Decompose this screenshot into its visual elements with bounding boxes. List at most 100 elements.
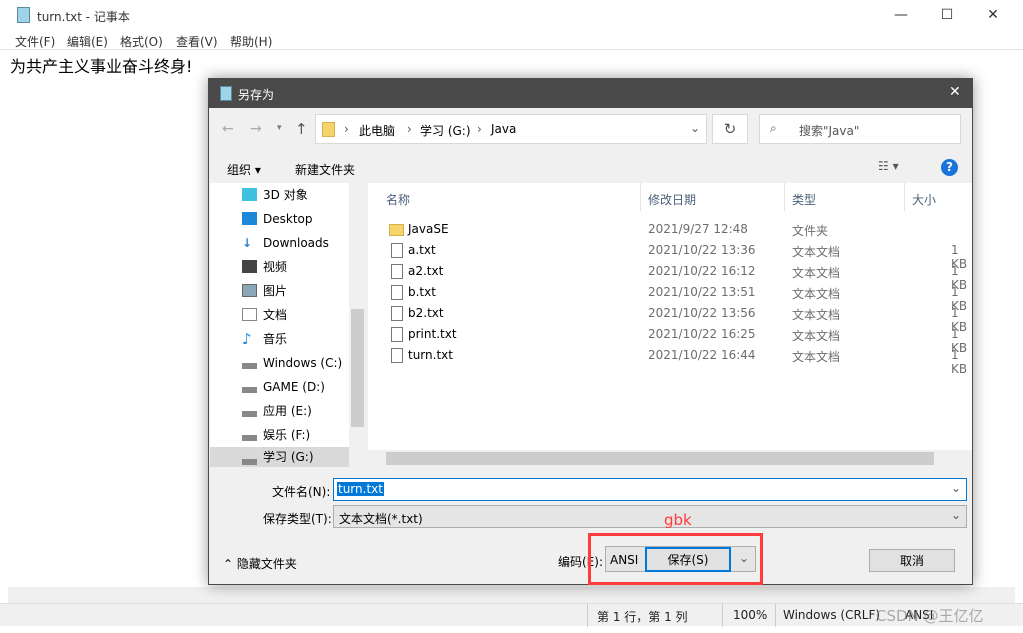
text-file-icon — [391, 327, 403, 342]
text-file-icon — [391, 285, 403, 300]
filename-label: 文件名(N): — [272, 485, 331, 499]
file-name: turn.txt — [408, 348, 453, 362]
file-type: 文件夹 — [792, 224, 829, 238]
nav-drive-c[interactable]: Windows (C:) — [210, 351, 350, 375]
file-type: 文本文档 — [792, 308, 841, 322]
horizontal-scrollbar[interactable] — [8, 587, 1015, 603]
column-name[interactable]: 名称 — [386, 191, 410, 208]
folder-icon — [389, 224, 404, 236]
recent-dropdown[interactable]: ▾ — [277, 123, 282, 133]
help-icon[interactable]: ? — [941, 159, 958, 176]
file-row[interactable]: print.txt 2021/10/22 16:25 文本文档 1 KB — [368, 324, 972, 355]
close-button[interactable]: ✕ — [970, 0, 1016, 30]
up-button[interactable]: ↑ — [295, 120, 308, 138]
type-label: 保存类型(T): — [263, 512, 332, 526]
new-folder-button[interactable]: 新建文件夹 — [295, 161, 355, 178]
search-input[interactable]: ⌕ 搜索"Java" — [759, 114, 961, 144]
file-name: b.txt — [408, 285, 436, 299]
nav-documents[interactable]: 文档 — [210, 303, 350, 327]
text-file-icon — [391, 264, 403, 279]
nav-desktop[interactable]: Desktop — [210, 207, 350, 231]
save-button[interactable]: 保存(S) — [645, 547, 731, 572]
file-row[interactable]: JavaSE 2021/9/27 12:48 文件夹 — [368, 219, 972, 240]
text-file-icon — [391, 348, 403, 363]
file-row[interactable]: b.txt 2021/10/22 13:51 文本文档 1 KB — [368, 282, 972, 313]
nav-drive-e[interactable]: 应用 (E:) — [210, 399, 350, 423]
breadcrumb-java[interactable]: Java — [491, 122, 516, 136]
file-date: 2021/10/22 13:56 — [648, 306, 756, 320]
nav-3d-objects[interactable]: 3D 对象 — [210, 183, 350, 207]
dialog-title: 另存为 — [238, 88, 275, 102]
column-type[interactable]: 类型 — [792, 191, 816, 208]
filename-input[interactable]: turn.txt ⌄ — [333, 478, 967, 501]
forward-button[interactable]: → — [250, 121, 262, 137]
minimize-button[interactable]: — — [878, 0, 924, 30]
cancel-button[interactable]: 取消 — [869, 549, 955, 572]
menu-file[interactable]: 文件(F) — [15, 33, 55, 50]
chevron-down-icon[interactable]: ⌄ — [690, 121, 700, 135]
file-date: 2021/10/22 16:25 — [648, 327, 756, 341]
nav-downloads[interactable]: ↓ Downloads — [210, 231, 350, 255]
column-headers: 名称 修改日期 类型 大小 — [368, 183, 972, 211]
file-name: print.txt — [408, 327, 457, 341]
save-as-dialog: 另存为 ✕ ← → ▾ ↑ › 此电脑 › 学习 (G:) › Java ⌄ ↻… — [208, 78, 973, 585]
dialog-titlebar: 另存为 ✕ — [209, 79, 972, 108]
file-type: 文本文档 — [792, 350, 841, 364]
file-type-select[interactable]: 文本文档(*.txt) ⌄ — [333, 505, 967, 528]
file-date: 2021/10/22 16:12 — [648, 264, 756, 278]
file-row[interactable]: a.txt 2021/10/22 13:36 文本文档 1 KB — [368, 240, 972, 271]
nav-drive-f[interactable]: 娱乐 (F:) — [210, 423, 350, 447]
folder-icon — [322, 122, 335, 137]
text-file-icon — [391, 306, 403, 321]
annotation-text: gbk — [664, 511, 692, 529]
organize-button[interactable]: 组织 ▾ — [227, 161, 261, 178]
notepad-icon — [220, 86, 232, 101]
nav-drive-g[interactable]: 学习 (G:) — [210, 447, 350, 467]
file-date: 2021/10/22 13:51 — [648, 285, 756, 299]
file-type: 文本文档 — [792, 329, 841, 343]
back-button[interactable]: ← — [222, 121, 234, 137]
view-options-button[interactable]: ☷ ▾ — [878, 159, 899, 173]
text-file-icon — [391, 243, 403, 258]
file-row[interactable]: turn.txt 2021/10/22 16:44 文本文档 1 KB — [368, 345, 972, 376]
nav-scrollbar[interactable] — [349, 183, 366, 467]
file-name: a2.txt — [408, 264, 444, 278]
menu-format[interactable]: 格式(O) — [120, 33, 163, 50]
file-date: 2021/10/22 16:44 — [648, 348, 756, 362]
menu-help[interactable]: 帮助(H) — [230, 33, 272, 50]
file-row[interactable]: a2.txt 2021/10/22 16:12 文本文档 1 KB — [368, 261, 972, 292]
search-icon: ⌕ — [770, 121, 777, 135]
hscroll-thumb[interactable] — [386, 452, 934, 465]
menu-edit[interactable]: 编辑(E) — [67, 33, 108, 50]
nav-pictures[interactable]: 图片 — [210, 279, 350, 303]
file-name: b2.txt — [408, 306, 444, 320]
address-bar[interactable]: › 此电脑 › 学习 (G:) › Java ⌄ — [315, 114, 707, 144]
file-row[interactable]: b2.txt 2021/10/22 13:56 文本文档 1 KB — [368, 303, 972, 334]
window-title: turn.txt - 记事本 — [37, 10, 130, 24]
dialog-close-button[interactable]: ✕ — [949, 84, 961, 100]
watermark: CSDN @王亿亿 — [876, 607, 984, 625]
breadcrumb-drive[interactable]: 学习 (G:) — [420, 122, 471, 139]
maximize-button[interactable]: ☐ — [924, 0, 970, 30]
breadcrumb-this-pc[interactable]: 此电脑 — [359, 122, 395, 139]
notepad-titlebar: turn.txt - 记事本 — ☐ ✕ — [0, 0, 1023, 30]
file-date: 2021/10/22 13:36 — [648, 243, 756, 257]
file-list-hscrollbar[interactable] — [368, 450, 972, 467]
text-editor[interactable]: 为共产主义事业奋斗终身! — [10, 53, 192, 77]
nav-videos[interactable]: 视频 — [210, 255, 350, 279]
navigation-pane: 3D 对象 Desktop ↓ Downloads 视频 图片 文档 ♪ 音乐 Wi… — [210, 183, 366, 467]
menu-bar: 文件(F) 编辑(E) 格式(O) 查看(V) 帮助(H) — [0, 30, 1023, 50]
file-type: 文本文档 — [792, 287, 841, 301]
file-list: 名称 修改日期 类型 大小 JavaSE 2021/9/27 12:48 文件夹… — [368, 183, 972, 467]
file-type: 文本文档 — [792, 266, 841, 280]
nav-music[interactable]: ♪ 音乐 — [210, 327, 350, 351]
column-size[interactable]: 大小 — [912, 191, 936, 208]
column-date[interactable]: 修改日期 — [648, 191, 696, 208]
hide-folders-button[interactable]: ⌃ 隐藏文件夹 — [223, 555, 297, 572]
line-ending: Windows (CRLF) — [783, 608, 881, 622]
zoom-level: 100% — [733, 608, 768, 622]
nav-drive-d[interactable]: GAME (D:) — [210, 375, 350, 399]
menu-view[interactable]: 查看(V) — [176, 33, 218, 50]
refresh-button[interactable]: ↻ — [712, 114, 748, 144]
nav-scroll-thumb[interactable] — [351, 309, 364, 427]
